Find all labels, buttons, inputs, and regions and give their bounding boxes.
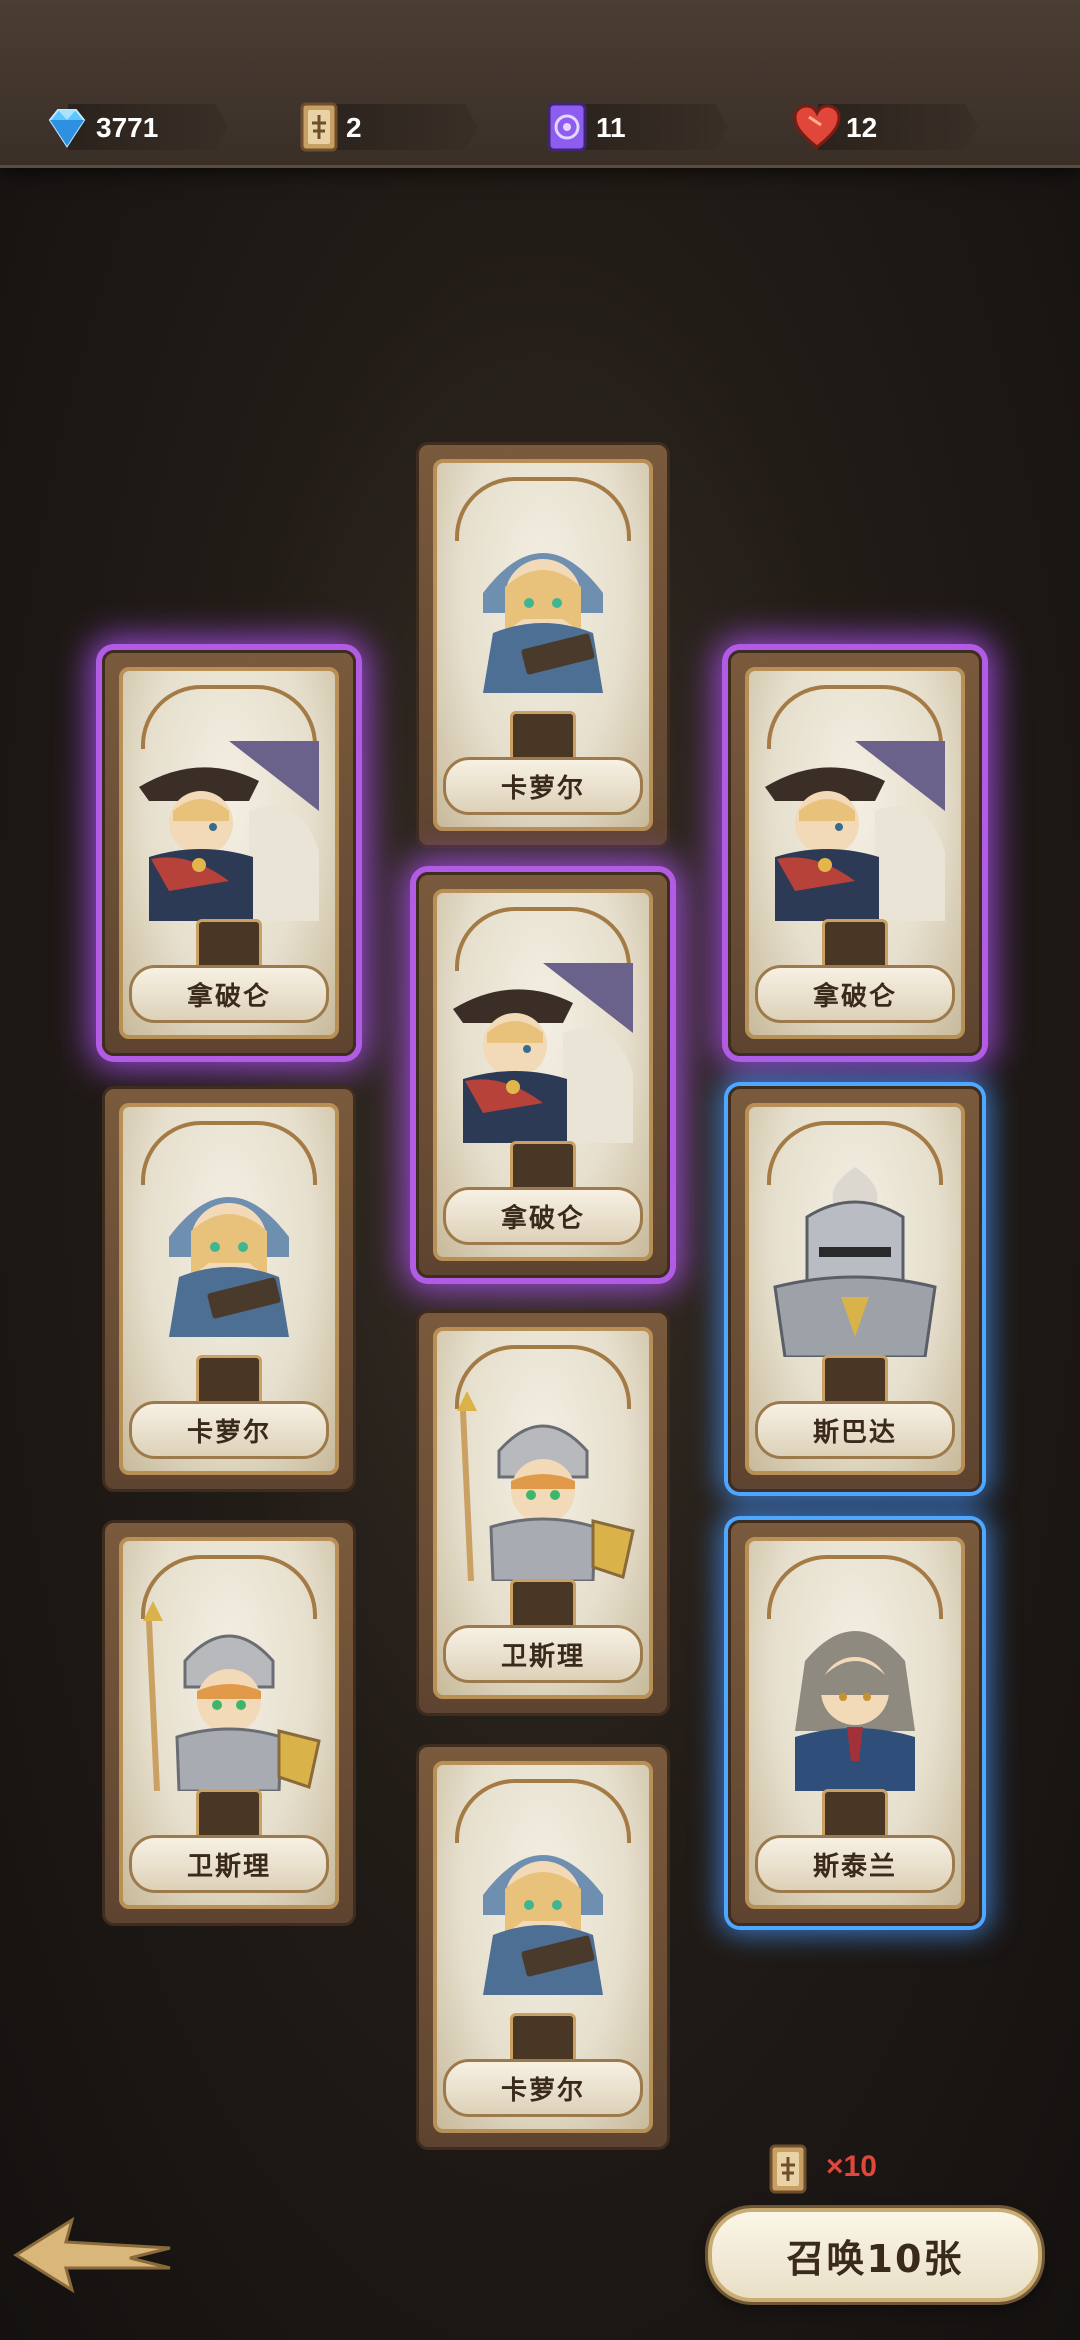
card-pedestal [510,1141,576,1193]
summon-cost-icon [768,2142,808,2202]
hero-card[interactable]: 拿破仑 [728,650,982,1056]
scroll-count: 11 [596,112,626,143]
purple-scroll-icon [540,100,594,154]
card-pedestal [822,919,888,971]
hero-name: 拿破仑 [500,1203,585,1234]
card-pedestal [196,919,262,971]
diamond-count: 3771 [96,112,159,143]
heart-icon [790,100,844,154]
hero-card[interactable]: 卫斯理 [102,1520,356,1926]
card-frame: 卫斯理 [119,1537,339,1909]
back-button[interactable] [10,2210,180,2300]
card-name-ribbon: 卫斯理 [129,1835,329,1893]
hero-name: 卡萝尔 [186,1417,271,1448]
card-name-ribbon: 卡萝尔 [129,1401,329,1459]
card-pedestal [822,1789,888,1841]
card-frame: 卡萝尔 [119,1103,339,1475]
card-pedestal [822,1355,888,1407]
hero-card[interactable]: 拿破仑 [416,872,670,1278]
hero-name: 拿破仑 [186,981,271,1012]
stellan-portrait [755,1601,955,1795]
summon-ten-button[interactable]: 召唤10张 [708,2208,1042,2302]
carol-portrait [453,1825,633,1999]
summon-card-icon [292,100,346,154]
card-pedestal [196,1355,262,1407]
hero-card[interactable]: 拿破仑 [102,650,356,1056]
napoleon-portrait [443,953,643,1147]
hero-name: 斯巴达 [812,1417,897,1448]
napoleon-portrait [755,731,955,925]
hero-card[interactable]: 卡萝尔 [416,442,670,848]
card-name-ribbon: 拿破仑 [443,1187,643,1245]
hero-name: 拿破仑 [812,981,897,1012]
wesley-portrait [129,1601,329,1795]
card-pedestal [196,1789,262,1841]
heart-count: 12 [846,112,878,143]
card-pedestal [510,711,576,763]
hero-name: 卫斯理 [186,1851,271,1882]
card-name-ribbon: 斯泰兰 [755,1835,955,1893]
card-pedestal [510,1579,576,1631]
card-frame: 斯巴达 [745,1103,965,1475]
summon-ten-label: 召唤10张 [786,2236,964,2281]
hero-card[interactable]: 卡萝尔 [102,1086,356,1492]
card-frame: 卫斯理 [433,1327,653,1699]
card-frame: 拿破仑 [119,667,339,1039]
hero-name: 卫斯理 [500,1641,585,1672]
card-pedestal [510,2013,576,2065]
hero-card[interactable]: 卡萝尔 [416,1744,670,2150]
card-name-ribbon: 卫斯理 [443,1625,643,1683]
card-name-ribbon: 卡萝尔 [443,2059,643,2117]
carol-portrait [139,1167,319,1341]
hero-name: 卡萝尔 [500,2075,585,2106]
napoleon-portrait [129,731,329,925]
sparta-portrait [755,1167,955,1361]
hero-card[interactable]: 卫斯理 [416,1310,670,1716]
diamond-icon [40,100,94,154]
hero-name: 卡萝尔 [500,773,585,804]
wesley-portrait [443,1391,643,1585]
card-frame: 拿破仑 [433,889,653,1261]
hero-card[interactable]: 斯泰兰 [728,1520,982,1926]
card-name-ribbon: 斯巴达 [755,1401,955,1459]
card-frame: 拿破仑 [745,667,965,1039]
hero-card[interactable]: 斯巴达 [728,1086,982,1492]
summon-card-count: 2 [346,112,362,143]
card-frame: 斯泰兰 [745,1537,965,1909]
card-name-ribbon: 拿破仑 [129,965,329,1023]
card-name-ribbon: 卡萝尔 [443,757,643,815]
card-frame: 卡萝尔 [433,459,653,831]
resource-bar: 3771 2 11 12 [0,0,1080,168]
hero-name: 斯泰兰 [812,1851,897,1882]
carol-portrait [453,523,633,697]
summon-cost-label: ×10 [826,2150,877,2183]
back-arrow-icon [13,2216,171,2294]
card-frame: 卡萝尔 [433,1761,653,2133]
card-name-ribbon: 拿破仑 [755,965,955,1023]
